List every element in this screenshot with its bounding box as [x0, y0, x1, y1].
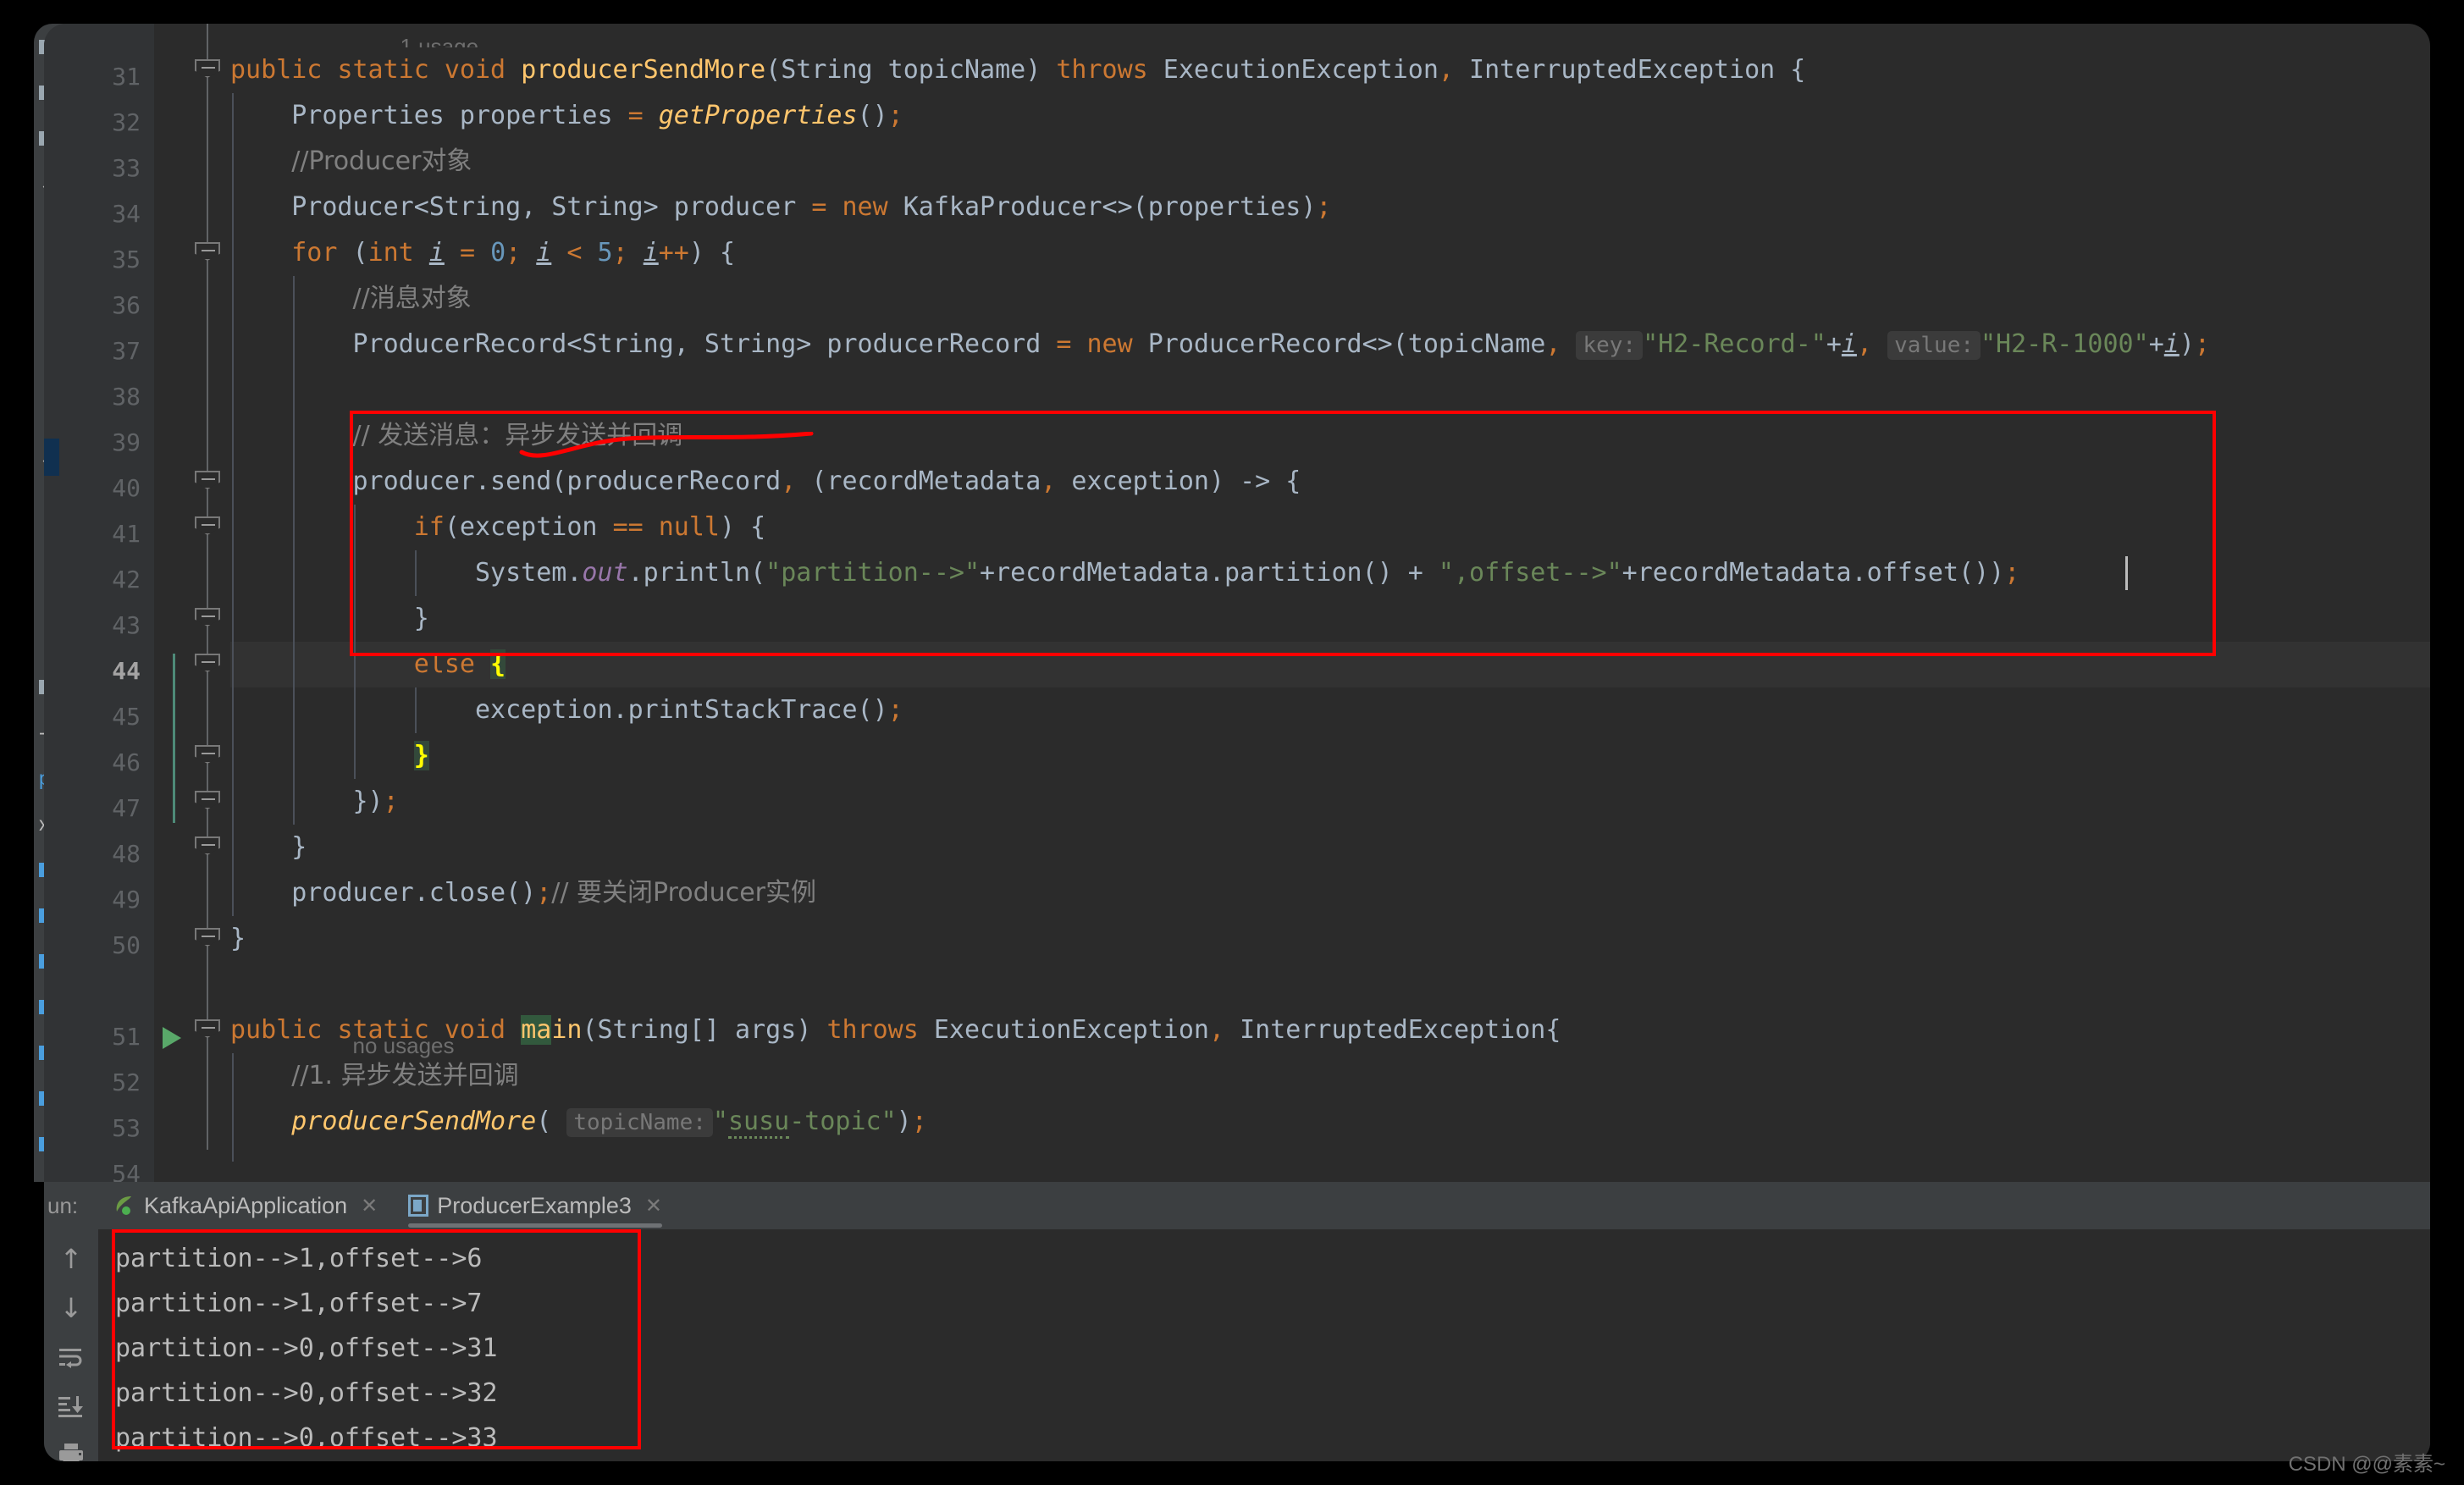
- fold-marker[interactable]: [195, 242, 220, 261]
- code-line-50[interactable]: }: [230, 916, 2430, 962]
- line-number: 48: [112, 840, 141, 868]
- console-output[interactable]: partition-->1,offset-->6 partition-->1,o…: [98, 1229, 2430, 1461]
- fold-marker[interactable]: [195, 471, 220, 489]
- run-tab-producerexample3[interactable]: ProducerExample3 ✕: [393, 1182, 677, 1229]
- line-number: 35: [112, 246, 141, 273]
- param-hint-topicname: topicName:: [566, 1108, 713, 1137]
- code-line-40[interactable]: producer.send(producerRecord, (recordMet…: [230, 459, 2430, 505]
- console-line: partition-->0,offset-->33: [115, 1423, 498, 1453]
- console-line: partition-->1,offset-->7: [115, 1289, 483, 1318]
- line-number: 39: [112, 428, 141, 456]
- code-line-46[interactable]: }: [230, 733, 2430, 779]
- code-line-34[interactable]: Producer<String, String> producer = new …: [230, 185, 2430, 230]
- console-toolbar[interactable]: ↑ ↓: [44, 1229, 98, 1461]
- fold-marker[interactable]: [195, 928, 220, 947]
- line-number: 52: [112, 1068, 141, 1096]
- fold-marker[interactable]: [195, 836, 220, 855]
- code-line-37[interactable]: ProducerRecord<String, String> producerR…: [230, 322, 2430, 367]
- code-line-47[interactable]: });: [230, 779, 2430, 825]
- line-number: 49: [112, 886, 141, 914]
- lambda-scope-bracket: [173, 654, 175, 823]
- code-line-42[interactable]: System.out.println("partition-->"+record…: [230, 550, 2430, 596]
- run-tab-bar[interactable]: un: KafkaApiApplication ✕ ProducerExampl…: [44, 1182, 2430, 1229]
- fold-marker-gutter[interactable]: [154, 24, 364, 1182]
- code-line-43[interactable]: }: [230, 596, 2430, 642]
- code-line-33[interactable]: //Producer对象: [230, 139, 2430, 185]
- fold-marker[interactable]: [195, 608, 220, 627]
- fold-marker[interactable]: [195, 59, 220, 78]
- comment-close-producer: // 要关闭Producer实例: [551, 878, 816, 908]
- line-number-current: 44: [112, 657, 141, 685]
- code-line-31[interactable]: public static void producerSendMore(Stri…: [230, 47, 2430, 93]
- fold-marker[interactable]: [195, 1019, 220, 1038]
- code-line-51[interactable]: public static void main(String[] args) t…: [230, 1007, 2430, 1053]
- fold-marker[interactable]: [195, 516, 220, 535]
- line-number: 38: [112, 383, 141, 411]
- code-line-45[interactable]: exception.printStackTrace();: [230, 687, 2430, 733]
- line-number: 42: [112, 566, 141, 593]
- console-line: partition-->1,offset-->6: [115, 1244, 483, 1273]
- run-tab-label: ProducerExample3: [437, 1192, 632, 1218]
- line-number: 45: [112, 703, 141, 731]
- line-number: 37: [112, 337, 141, 365]
- usage-hint-top: 1 usage: [400, 34, 479, 47]
- code-editor-panel[interactable]: 31 32 33 34 35 36 37 38 39 40 41 42 43 4…: [44, 24, 2430, 1182]
- code-text-area[interactable]: 1 usage public static void producerSendM…: [230, 24, 2430, 1182]
- print-icon[interactable]: [57, 1441, 86, 1461]
- fold-marker[interactable]: [195, 791, 220, 809]
- line-number: 34: [112, 200, 141, 228]
- line-number: 40: [112, 474, 141, 502]
- code-line-53[interactable]: producerSendMore( topicName: "susu-topic"…: [230, 1099, 2430, 1145]
- code-line-36[interactable]: //消息对象: [230, 276, 2430, 322]
- ide-screenshot: .i s ⌄ ⌄ -9 p xte < N N N N N N 31 32 33…: [0, 0, 2464, 1485]
- param-hint-key: key:: [1576, 331, 1644, 360]
- line-number: 54: [112, 1160, 141, 1182]
- line-number: 31: [112, 63, 141, 91]
- csdn-watermark: CSDN @@素素~: [2288, 1453, 2445, 1476]
- usage-hint-main: no usages: [352, 1033, 455, 1058]
- code-line-54[interactable]: [230, 1145, 2430, 1162]
- line-number-gutter: 31 32 33 34 35 36 37 38 39 40 41 42 43 4…: [44, 24, 154, 1182]
- line-number: 46: [112, 748, 141, 776]
- run-tab-kafkaapiapplication[interactable]: KafkaApiApplication ✕: [98, 1182, 393, 1229]
- run-method-icon[interactable]: [163, 1027, 181, 1049]
- code-line-44[interactable]: else {: [230, 642, 2430, 687]
- console-line: partition-->0,offset-->31: [115, 1333, 498, 1363]
- line-number: 33: [112, 154, 141, 182]
- line-number: 53: [112, 1114, 141, 1142]
- code-line-32[interactable]: Properties properties = getProperties();: [230, 93, 2430, 139]
- annotation-red-underline: [519, 432, 814, 458]
- run-tool-window[interactable]: un: KafkaApiApplication ✕ ProducerExampl…: [44, 1182, 2430, 1461]
- comment-step-1: //1. 异步发送并回调: [291, 1061, 519, 1090]
- line-number: 47: [112, 794, 141, 822]
- code-line-35[interactable]: for (int i = 0; i < 5; i++) {: [230, 230, 2430, 276]
- down-arrow-icon[interactable]: ↓: [57, 1294, 86, 1322]
- console-line: partition-->0,offset-->32: [115, 1378, 498, 1408]
- line-number: 41: [112, 520, 141, 548]
- line-number: 32: [112, 108, 141, 136]
- close-icon[interactable]: ✕: [645, 1194, 662, 1218]
- run-window-label: un:: [47, 1192, 79, 1218]
- code-line-48[interactable]: }: [230, 825, 2430, 870]
- fold-marker[interactable]: [195, 654, 220, 672]
- line-number: 36: [112, 291, 141, 319]
- param-hint-value: value:: [1887, 331, 1981, 360]
- run-tab-label: KafkaApiApplication: [144, 1192, 348, 1218]
- line-number: 51: [112, 1023, 141, 1051]
- java-class-icon: [408, 1195, 429, 1217]
- code-line-49[interactable]: producer.close();// 要关闭Producer实例: [230, 870, 2430, 916]
- line-number: 50: [112, 931, 141, 959]
- fold-marker[interactable]: [195, 745, 220, 764]
- code-line-41[interactable]: if(exception == null) {: [230, 505, 2430, 550]
- line-number: 43: [112, 611, 141, 639]
- close-icon[interactable]: ✕: [361, 1194, 378, 1218]
- spring-leaf-icon: [113, 1194, 135, 1217]
- scroll-to-end-icon[interactable]: [57, 1392, 86, 1421]
- code-line-52[interactable]: //1. 异步发送并回调: [230, 1053, 2430, 1099]
- soft-wrap-icon[interactable]: [57, 1343, 86, 1372]
- up-arrow-icon[interactable]: ↑: [57, 1245, 86, 1273]
- modified-line-marker: [44, 439, 59, 476]
- code-line-38[interactable]: [230, 367, 2430, 413]
